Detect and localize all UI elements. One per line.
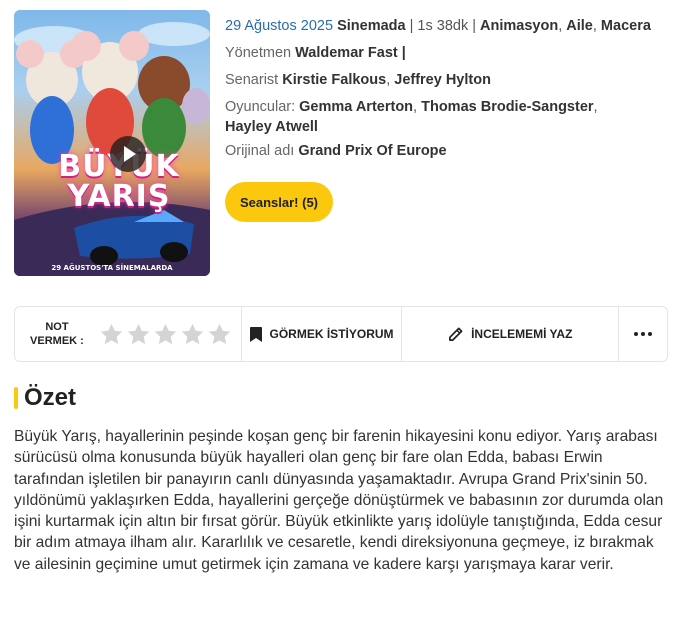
play-icon [123,146,136,162]
trailer-play-button[interactable] [110,136,146,172]
write-review-button[interactable]: İNCELEMEMİ YAZ [402,327,618,342]
separator: | [405,18,418,34]
writer-link[interactable]: Kirstie Falkous [282,72,386,88]
heading-accent-bar [14,387,18,409]
release-date[interactable]: 29 Ağustos 2025 [225,18,333,34]
showtimes-button[interactable]: Seanslar! (5) [225,182,333,222]
cast-line: Oyuncular: Gemma Arterton, Thomas Brodie… [225,99,598,115]
star-icon[interactable] [99,322,124,347]
genre-link[interactable]: Macera [601,18,651,34]
writer-link[interactable]: Jeffrey Hylton [394,72,491,88]
venue: Sinemada [337,18,406,34]
movie-poster[interactable]: BÜYÜK YARIŞ 29 AĞUSTOS'TA SİNEMALARDA [14,10,210,276]
director-line: Yönetmen Waldemar Fast | [225,43,675,63]
star-icon[interactable] [126,322,151,347]
star-icon[interactable] [180,322,205,347]
rate-label-line2: VERMEK : [30,335,84,347]
pencil-icon [449,327,463,341]
more-options-button[interactable] [619,332,667,336]
cast-link[interactable]: Gemma Arterton [299,99,413,115]
writer-label: Senarist [225,72,279,88]
action-bar: NOT VERMEK : GÖRMEK İSTİYORUM İNCELEMEMİ… [14,306,668,362]
separator: | [468,18,481,34]
cast-link[interactable]: Hayley Atwell [225,119,318,135]
star-icon[interactable] [207,322,232,347]
rate-label: NOT VERMEK : [15,320,99,348]
meta-line: 29 Ağustos 2025 Sinemada | 1s 38dk | Ani… [225,18,651,34]
summary-text: Büyük Yarış, hayallerinin peşinde koşan … [14,428,664,573]
duration: 1s 38dk [417,18,469,34]
movie-info: 29 Ağustos 2025 Sinemada | 1s 38dk | Ani… [225,16,675,165]
poster-artwork [14,22,210,276]
summary-heading: Özet [14,384,76,412]
director-link[interactable]: Waldemar Fast [295,45,398,61]
summary-title: Özet [24,384,77,411]
bookmark-icon [249,326,262,342]
rate-label-line1: NOT [45,321,69,333]
writer-line: Senarist Kirstie Falkous, Jeffrey Hylton [225,72,491,88]
rating-stars [99,322,241,347]
more-dots-icon [634,332,653,336]
watchlist-label: GÖRMEK İSTİYORUM [269,327,394,341]
cast-link[interactable]: Thomas Brodie-Sangster [421,99,593,115]
watchlist-button[interactable]: GÖRMEK İSTİYORUM [242,326,402,342]
director-label: Yönetmen [225,45,292,61]
cast-label: Oyuncular: [225,99,296,115]
genre-link[interactable]: Animasyon [480,18,558,34]
original-title: Grand Prix Of Europe [298,143,447,159]
director-trailing: | [397,45,406,61]
write-review-label: İNCELEMEMİ YAZ [471,327,573,341]
original-title-line: Orijinal adı Grand Prix Of Europe [225,141,675,161]
poster-release-caption: 29 AĞUSTOS'TA SİNEMALARDA [51,264,173,272]
star-icon[interactable] [153,322,178,347]
original-title-label: Orijinal adı [225,143,295,159]
genre-link[interactable]: Aile [566,18,593,34]
cast-line-2: Hayley Atwell [225,117,675,137]
